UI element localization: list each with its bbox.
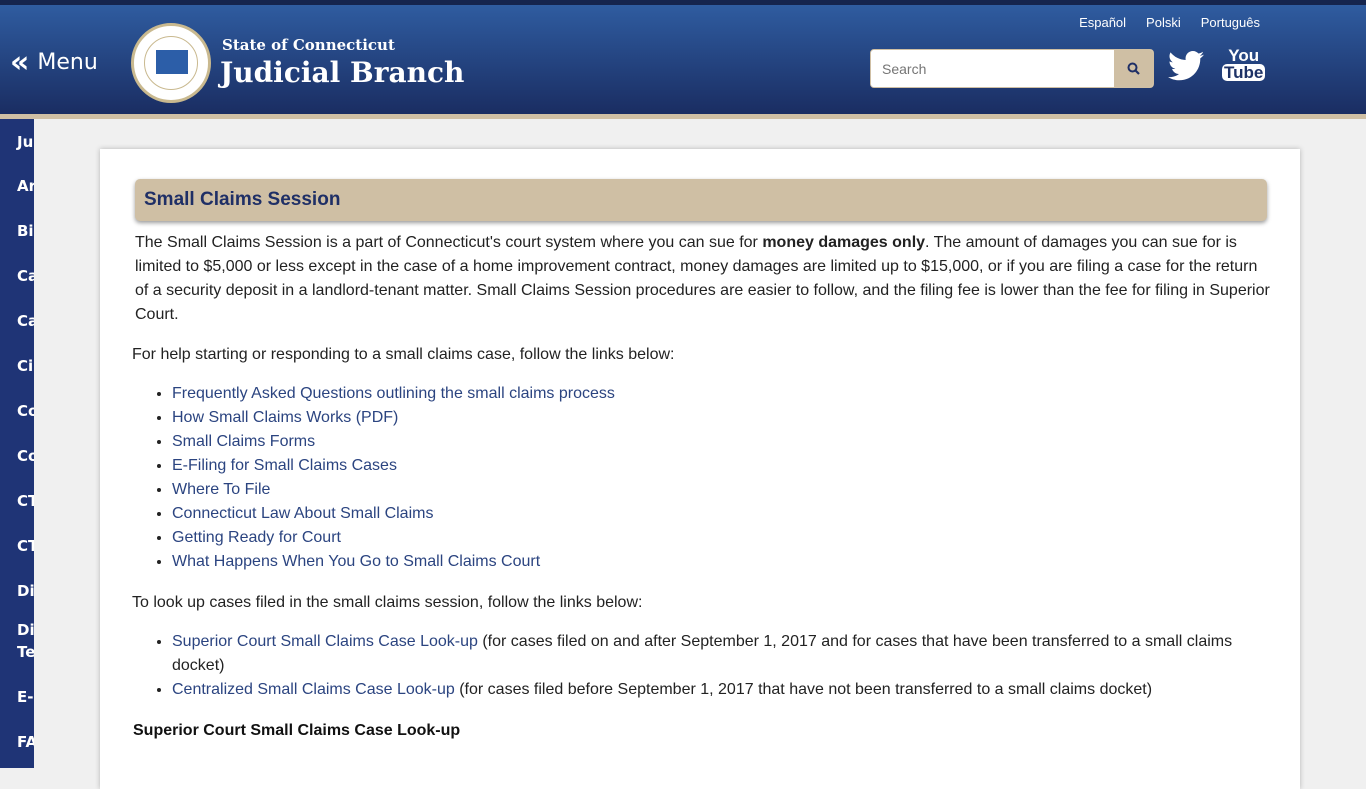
help-link[interactable]: What Happens When You Go to Small Claims…: [172, 553, 540, 570]
lookup-link[interactable]: Centralized Small Claims Case Look-up: [172, 681, 455, 698]
sidebar-item[interactable]: Bi: [17, 220, 34, 242]
search-input[interactable]: [871, 50, 1114, 87]
double-chevron-left-icon: «: [10, 45, 30, 80]
help-link[interactable]: Getting Ready for Court: [172, 529, 341, 546]
sidebar-item[interactable]: Ca: [17, 310, 34, 332]
help-link[interactable]: Small Claims Forms: [172, 433, 315, 450]
sidebar-item[interactable]: Di: [17, 580, 34, 602]
sidebar-item[interactable]: CT: [17, 535, 34, 557]
list-item: What Happens When You Go to Small Claims…: [172, 550, 615, 574]
lang-polski[interactable]: Polski: [1146, 15, 1181, 30]
language-links: Español Polski Português: [1079, 15, 1260, 30]
judicial-branch-seal-logo[interactable]: [131, 23, 211, 103]
list-item: E-Filing for Small Claims Cases: [172, 454, 615, 478]
lookup-link[interactable]: Superior Court Small Claims Case Look-up: [172, 633, 478, 650]
search-button[interactable]: [1114, 50, 1153, 87]
sidebar-item[interactable]: Ju: [17, 131, 33, 153]
sidebar-item[interactable]: Ar: [17, 175, 34, 197]
lang-espanol[interactable]: Español: [1079, 15, 1126, 30]
help-links-list: Frequently Asked Questions outlining the…: [154, 382, 615, 574]
twitter-icon[interactable]: [1168, 51, 1204, 81]
list-item: Centralized Small Claims Case Look-up (f…: [172, 678, 1244, 702]
header: « Menu State of Connecticut Judicial Bran…: [0, 5, 1366, 114]
lookup-description: (for cases filed before September 1, 201…: [454, 681, 1153, 698]
content-card: Small Claims Session The Small Claims Se…: [100, 149, 1300, 789]
site-subtitle[interactable]: State of Connecticut: [222, 36, 395, 54]
sidebar-item[interactable]: Co: [17, 445, 34, 467]
help-link[interactable]: Frequently Asked Questions outlining the…: [172, 385, 615, 402]
search-icon: [1127, 62, 1140, 75]
site-title[interactable]: Judicial Branch: [220, 56, 464, 89]
sidebar-item[interactable]: Ci: [17, 355, 33, 377]
sidebar-item[interactable]: CT: [17, 490, 34, 512]
youtube-icon[interactable]: You Tube: [1222, 47, 1266, 81]
sidebar-item[interactable]: FA: [17, 731, 34, 753]
list-item: Superior Court Small Claims Case Look-up…: [172, 630, 1244, 678]
sidebar-item[interactable]: Ca: [17, 265, 34, 287]
sidebar-item[interactable]: E-S: [17, 686, 34, 708]
list-item: How Small Claims Works (PDF): [172, 406, 615, 430]
page-title: Small Claims Session: [135, 179, 1267, 221]
menu-button[interactable]: « Menu: [10, 45, 98, 80]
sidebar-item[interactable]: Di: [17, 619, 34, 641]
sidebar-nav: JuArBiCaCaCiCoCoCTCTDiDiTeE-SFA: [0, 119, 34, 768]
lookup-links-list: Superior Court Small Claims Case Look-up…: [154, 630, 1244, 702]
list-item: Small Claims Forms: [172, 430, 615, 454]
list-item: Where To File: [172, 478, 615, 502]
help-link[interactable]: How Small Claims Works (PDF): [172, 409, 398, 426]
help-link[interactable]: Connecticut Law About Small Claims: [172, 505, 433, 522]
menu-label: Menu: [37, 50, 98, 75]
header-band: [0, 114, 1366, 119]
sidebar-item[interactable]: Co: [17, 400, 34, 422]
help-link[interactable]: E-Filing for Small Claims Cases: [172, 457, 397, 474]
list-item: Connecticut Law About Small Claims: [172, 502, 615, 526]
sidebar-item[interactable]: Te: [17, 641, 34, 663]
help-text: For help starting or responding to a sma…: [132, 346, 675, 363]
section-heading: Superior Court Small Claims Case Look-up: [133, 722, 461, 739]
search-box: [870, 49, 1154, 88]
lookup-text: To look up cases filed in the small clai…: [132, 594, 643, 611]
help-link[interactable]: Where To File: [172, 481, 270, 498]
intro-paragraph: The Small Claims Session is a part of Co…: [135, 234, 1270, 323]
lang-portugues[interactable]: Português: [1201, 15, 1260, 30]
list-item: Frequently Asked Questions outlining the…: [172, 382, 615, 406]
list-item: Getting Ready for Court: [172, 526, 615, 550]
